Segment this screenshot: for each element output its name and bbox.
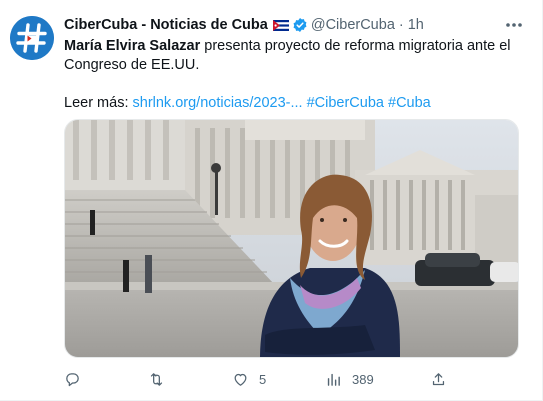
photo-capitol-portrait (65, 120, 518, 357)
share-icon (432, 372, 445, 385)
hashtag-cuba[interactable]: #Cuba (388, 95, 431, 111)
more-options-button[interactable] (502, 14, 526, 36)
author-handle[interactable]: @CiberCuba (311, 17, 395, 33)
tweet-actions: 5 389 (64, 368, 454, 390)
share-button[interactable] (430, 368, 447, 390)
verified-badge-icon (293, 18, 307, 32)
more-options-icon (506, 23, 522, 27)
like-count: 5 (259, 371, 267, 387)
like-icon (234, 373, 247, 386)
author-name[interactable]: CiberCuba - Noticias de Cuba (64, 17, 268, 33)
tweet-card[interactable]: CiberCuba - Noticias de Cuba @CiberCuba … (0, 0, 543, 401)
read-more-label: Leer más: (64, 95, 133, 111)
views-count: 389 (352, 371, 374, 387)
retweet-icon (150, 372, 163, 386)
hashtag-cibercuba[interactable]: #CiberCuba (307, 95, 384, 111)
tweet-text: María Elvira Salazar presenta proyecto d… (64, 37, 519, 113)
hash-logo-icon (10, 16, 54, 60)
article-link[interactable]: shrlnk.org/noticias/2023-... (133, 95, 303, 111)
headline-bold: María Elvira Salazar (64, 38, 201, 54)
retweet-button[interactable] (148, 368, 175, 390)
tweet-timestamp[interactable]: 1h (408, 17, 424, 33)
reply-icon (66, 372, 79, 386)
cuba-flag-icon (272, 19, 289, 31)
tweet-photo[interactable] (64, 119, 519, 358)
header-separator: · (398, 17, 404, 33)
views-button[interactable]: 389 (325, 368, 374, 390)
tweet-headline: María Elvira Salazar presenta proyecto d… (64, 37, 519, 75)
like-button[interactable]: 5 (232, 368, 266, 390)
author-avatar[interactable] (10, 16, 54, 60)
views-icon (327, 373, 340, 386)
tweet-header: CiberCuba - Noticias de Cuba @CiberCuba … (64, 15, 502, 35)
read-more-line: Leer más: shrlnk.org/noticias/2023-... #… (64, 94, 519, 113)
reply-button[interactable] (64, 368, 91, 390)
